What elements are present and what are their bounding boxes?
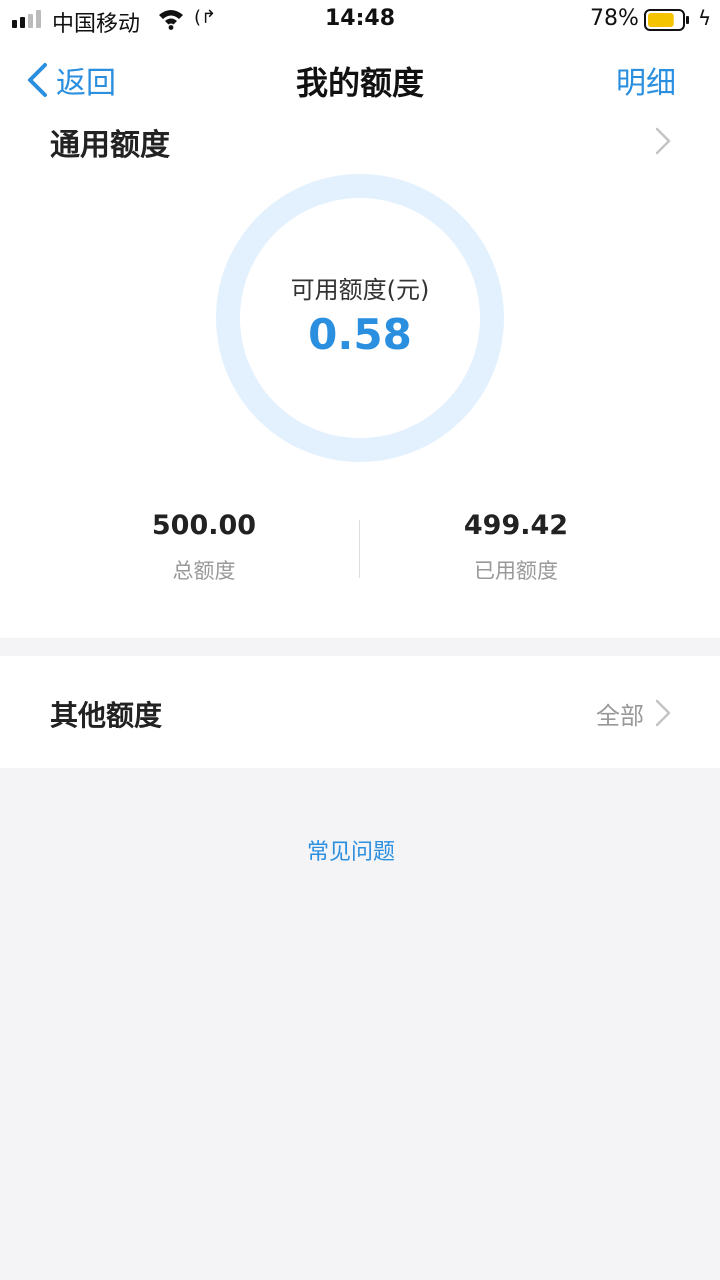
navigation-bar: 返回 我的额度 明细 bbox=[0, 40, 720, 120]
battery-icon bbox=[644, 9, 689, 31]
used-quota-value: 499.42 bbox=[463, 510, 569, 541]
available-quota-label: 可用额度(元) bbox=[290, 276, 430, 304]
general-quota-card[interactable]: 通用额度 可用额度(元) 0.58 500.00 总额度 499.42 已用额度 bbox=[0, 120, 720, 638]
chevron-right-icon bbox=[655, 127, 671, 155]
detail-button[interactable]: 明细 bbox=[616, 58, 676, 102]
battery-percent: 78% bbox=[590, 6, 639, 31]
stat-divider bbox=[359, 520, 360, 578]
used-quota-stat: 499.42 已用额度 bbox=[366, 510, 666, 585]
total-quota-label: 总额度 bbox=[172, 559, 236, 583]
chevron-right-icon bbox=[655, 699, 671, 727]
charging-bolt-icon: ϟ bbox=[698, 6, 712, 30]
status-bar: 中国移动 (↱ 14:48 78% ϟ bbox=[0, 0, 720, 40]
total-quota-value: 500.00 bbox=[151, 510, 257, 541]
faq-link[interactable]: 常见问题 bbox=[0, 834, 702, 866]
used-quota-label: 已用额度 bbox=[474, 559, 558, 583]
other-quota-row[interactable]: 其他额度 全部 bbox=[0, 656, 720, 768]
general-quota-title: 通用额度 bbox=[50, 128, 170, 163]
total-quota-stat: 500.00 总额度 bbox=[54, 510, 354, 585]
available-quota-value: 0.58 bbox=[308, 310, 412, 359]
view-all-link[interactable]: 全部 bbox=[596, 696, 644, 731]
page-title: 我的额度 bbox=[295, 64, 424, 102]
other-quota-title: 其他额度 bbox=[50, 699, 163, 732]
